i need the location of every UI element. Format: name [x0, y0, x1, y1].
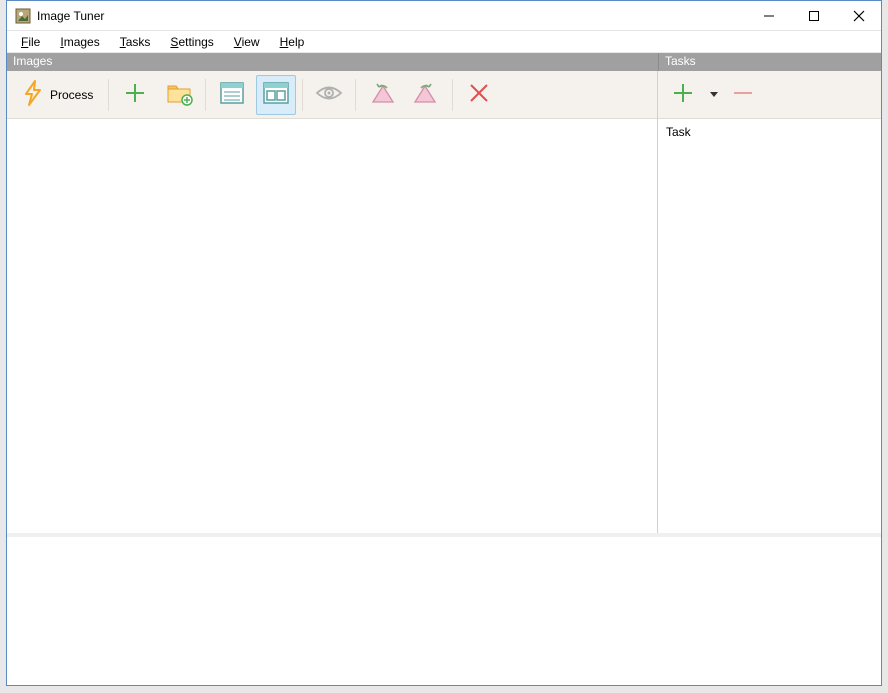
rotate-left-button[interactable]: [362, 75, 402, 115]
toolbar-separator: [205, 79, 206, 111]
toolbar-separator: [355, 79, 356, 111]
rotate-right-button[interactable]: [406, 75, 446, 115]
tasks-toolbar: [658, 71, 881, 119]
images-list[interactable]: [7, 119, 657, 533]
eye-icon: [315, 84, 343, 105]
close-icon: [854, 11, 864, 21]
list-view-icon: [220, 82, 244, 107]
maximize-icon: [809, 11, 819, 21]
titlebar: Image Tuner: [7, 1, 881, 31]
chevron-down-icon: [710, 92, 718, 97]
plus-icon: [124, 82, 146, 107]
menubar: File Images Tasks Settings View Help: [7, 31, 881, 53]
rotate-left-icon: [369, 82, 395, 107]
minus-icon: [732, 83, 754, 106]
delete-button[interactable]: [459, 75, 499, 115]
thumbnail-view-button[interactable]: [256, 75, 296, 115]
process-label: Process: [50, 88, 93, 102]
rotate-right-icon: [413, 82, 439, 107]
menu-view[interactable]: View: [226, 33, 268, 51]
menu-images[interactable]: Images: [52, 33, 107, 51]
lightning-icon: [22, 80, 44, 109]
menu-help[interactable]: Help: [272, 33, 313, 51]
add-task-button[interactable]: [668, 75, 698, 115]
thumbnail-view-icon: [263, 82, 289, 107]
plus-icon: [673, 83, 693, 106]
toolbar-separator: [302, 79, 303, 111]
window-controls: [746, 1, 881, 30]
add-image-button[interactable]: [115, 75, 155, 115]
minimize-button[interactable]: [746, 1, 791, 30]
main-area: Process: [7, 71, 881, 533]
x-icon: [469, 83, 489, 106]
toolbar-separator: [452, 79, 453, 111]
menu-settings[interactable]: Settings: [162, 33, 221, 51]
preview-button[interactable]: [309, 75, 349, 115]
app-icon: [15, 8, 31, 24]
images-pane: Process: [7, 71, 658, 533]
menu-tasks[interactable]: Tasks: [112, 33, 159, 51]
tasks-pane: Task: [658, 71, 881, 533]
add-task-dropdown[interactable]: [702, 75, 722, 115]
add-folder-button[interactable]: [159, 75, 199, 115]
panel-headers: Images Tasks: [7, 53, 881, 71]
images-panel-header: Images: [7, 53, 658, 71]
tasks-panel-header: Tasks: [658, 53, 881, 71]
images-toolbar: Process: [7, 71, 657, 119]
folder-plus-icon: [166, 81, 192, 108]
maximize-button[interactable]: [791, 1, 836, 30]
list-view-button[interactable]: [212, 75, 252, 115]
task-column-header: Task: [658, 119, 881, 145]
remove-task-button[interactable]: [726, 75, 760, 115]
tasks-list[interactable]: Task: [658, 119, 881, 533]
window-title: Image Tuner: [37, 9, 104, 23]
toolbar-separator: [108, 79, 109, 111]
process-button[interactable]: Process: [13, 75, 102, 115]
app-window: Image Tuner File Images Tasks Settings V…: [6, 0, 882, 686]
minimize-icon: [764, 11, 774, 21]
bottom-panel: [7, 533, 881, 685]
menu-file[interactable]: File: [13, 33, 48, 51]
close-button[interactable]: [836, 1, 881, 30]
